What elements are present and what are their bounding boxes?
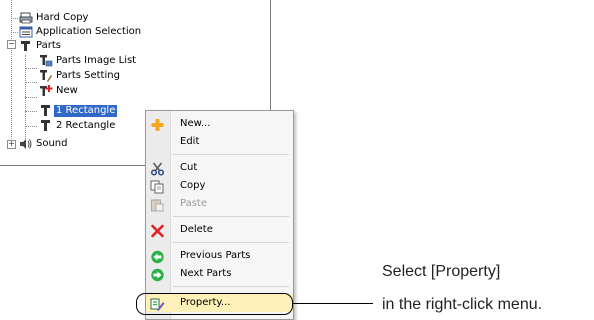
menu-item-label: New... <box>180 118 211 129</box>
tree-item-label: Hard Copy <box>36 12 89 23</box>
plus-icon <box>150 117 165 131</box>
part-icon <box>39 120 53 132</box>
tree-item-label: 2 Rectangle <box>56 120 116 131</box>
hard-copy-icon <box>19 12 33 24</box>
menu-item-paste[interactable]: Paste <box>146 195 293 213</box>
menu-separator <box>173 154 289 155</box>
menu-item-copy[interactable]: Copy <box>146 177 293 195</box>
expand-toggle[interactable]: + <box>7 140 16 149</box>
menu-item-edit[interactable]: Edit <box>146 133 293 151</box>
previous-arrow-icon <box>150 249 165 264</box>
next-arrow-icon <box>150 267 165 282</box>
context-menu: New... Edit Cut Copy Paste Delete Previo… <box>145 110 294 320</box>
callout-leader-line <box>293 303 373 304</box>
copy-icon <box>150 179 165 194</box>
tree-item-label: Parts Image List <box>56 55 137 66</box>
menu-separator <box>173 242 289 243</box>
tree-connector <box>25 126 37 127</box>
tree-item-label: Parts Setting <box>56 70 120 81</box>
menu-separator <box>173 216 289 217</box>
parts-image-list-icon <box>39 55 53 67</box>
menu-item-label: Previous Parts <box>180 250 251 261</box>
tree-item-label: Sound <box>36 138 68 149</box>
delete-x-icon <box>150 223 165 238</box>
parts-folder-icon <box>19 40 33 52</box>
menu-item-label: Copy <box>180 180 206 191</box>
application-selection-icon <box>19 26 33 38</box>
paste-icon <box>150 197 165 212</box>
tree-connector <box>25 97 37 98</box>
callout-text-line-1: Select [Property] <box>382 263 501 280</box>
menu-item-next-parts[interactable]: Next Parts <box>146 265 293 283</box>
tree-connector <box>11 18 18 19</box>
menu-item-label: Next Parts <box>180 268 232 279</box>
tree-connector <box>25 111 37 112</box>
menu-item-delete[interactable]: Delete <box>146 221 293 239</box>
menu-separator <box>173 286 289 287</box>
callout-highlight-box <box>136 293 293 315</box>
part-icon <box>39 105 53 117</box>
callout-text-line-2: in the right-click menu. <box>382 296 543 313</box>
menu-item-cut[interactable]: Cut <box>146 159 293 177</box>
menu-item-label: Edit <box>180 136 200 147</box>
tree-connector <box>25 68 37 69</box>
tree-item-label: Parts <box>36 40 61 51</box>
menu-item-label: Paste <box>180 198 207 209</box>
tree-item-label: Application Selection <box>36 26 142 37</box>
tree-item-label: 1 Rectangle <box>54 105 118 117</box>
scissors-icon <box>150 161 165 176</box>
menu-item-new[interactable]: New... <box>146 115 293 133</box>
menu-item-label: Cut <box>180 162 198 173</box>
tree-connector <box>25 82 37 83</box>
menu-item-previous-parts[interactable]: Previous Parts <box>146 247 293 265</box>
new-part-icon <box>39 85 53 97</box>
collapse-toggle[interactable]: − <box>7 40 16 49</box>
parts-setting-icon <box>39 70 53 82</box>
speaker-icon <box>19 138 33 150</box>
tree-item-label: New <box>56 85 78 96</box>
tree-connector <box>11 0 12 143</box>
tree-connector <box>11 32 18 33</box>
menu-item-label: Delete <box>180 224 213 235</box>
